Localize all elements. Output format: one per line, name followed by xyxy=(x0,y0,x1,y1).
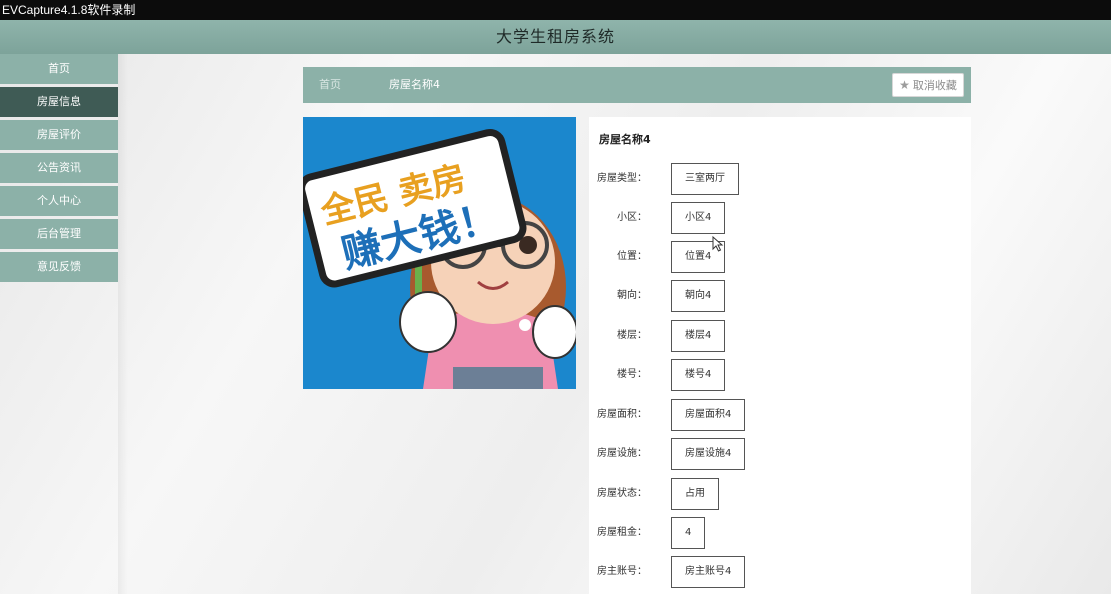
field-area: 房屋面积： 房屋面积4 xyxy=(589,399,971,431)
field-label: 房屋面积： xyxy=(597,409,647,420)
field-value: 小区4 xyxy=(671,202,726,234)
field-community: 小区： 小区4 xyxy=(589,202,971,234)
sidebar-item-label: 个人中心 xyxy=(37,194,81,207)
sidebar-item-label: 意见反馈 xyxy=(37,260,81,273)
app-header: 大学生租房系统 xyxy=(0,20,1111,54)
field-label: 房屋设施： xyxy=(597,448,647,459)
field-label: 朝向： xyxy=(617,290,647,301)
field-value: 房屋面积4 xyxy=(671,399,746,431)
house-detail-title: 房屋名称4 xyxy=(599,133,651,146)
sidebar-item-label: 房屋评价 xyxy=(37,128,81,141)
field-rent: 房屋租金： 4 xyxy=(589,517,971,549)
star-icon: ★ xyxy=(899,78,910,92)
cancel-favorite-label: 取消收藏 xyxy=(912,79,957,92)
sidebar-item-admin[interactable]: 后台管理 xyxy=(0,219,118,249)
field-label: 房屋类型： xyxy=(597,173,647,184)
sidebar-item-announcements[interactable]: 公告资讯 xyxy=(0,153,118,183)
field-owner-account: 房主账号： 房主账号4 xyxy=(589,556,971,588)
house-detail-panel: 房屋名称4 房屋类型： 三室两厅 小区： 小区4 位置： 位置4 朝向： 朝向4… xyxy=(589,117,971,594)
field-location: 位置： 位置4 xyxy=(589,241,971,273)
field-orientation: 朝向： 朝向4 xyxy=(589,280,971,312)
house-illustration: 全民 卖房 赚大钱！ xyxy=(303,117,576,389)
sidebar-item-feedback[interactable]: 意见反馈 xyxy=(0,252,118,282)
field-value: 楼层4 xyxy=(671,320,726,352)
sidebar-divider xyxy=(118,54,128,594)
field-status: 房屋状态： 占用 xyxy=(589,478,971,510)
capture-watermark-bar: EVCapture4.1.8软件录制 xyxy=(0,0,1111,20)
field-value: 楼号4 xyxy=(671,359,726,391)
field-label: 楼层： xyxy=(617,330,647,341)
sidebar-item-home[interactable]: 首页 xyxy=(0,54,118,84)
field-value: 占用 xyxy=(671,478,719,510)
field-value: 朝向4 xyxy=(671,280,726,312)
capture-watermark-text: EVCapture4.1.8软件录制 xyxy=(2,3,136,17)
field-facilities: 房屋设施： 房屋设施4 xyxy=(589,438,971,470)
field-value: 4 xyxy=(671,517,706,549)
sidebar-item-label: 房屋信息 xyxy=(37,95,81,108)
field-label: 房主账号： xyxy=(597,566,647,577)
breadcrumb-current: 房屋名称4 xyxy=(389,78,440,91)
field-label: 楼号： xyxy=(617,369,647,380)
field-value: 房主账号4 xyxy=(671,556,746,588)
breadcrumb-home-link[interactable]: 首页 xyxy=(319,67,341,103)
cancel-favorite-button[interactable]: ★ 取消收藏 xyxy=(892,73,964,97)
breadcrumb: 首页 房屋名称4 ★ 取消收藏 xyxy=(303,67,971,103)
field-value: 房屋设施4 xyxy=(671,438,746,470)
sidebar-item-label: 后台管理 xyxy=(37,227,81,240)
house-image: 全民 卖房 赚大钱！ xyxy=(303,117,576,389)
field-label: 房屋状态： xyxy=(597,488,647,499)
sidebar-nav: 首页 房屋信息 房屋评价 公告资讯 个人中心 后台管理 意见反馈 xyxy=(0,54,118,285)
field-floor: 楼层： 楼层4 xyxy=(589,320,971,352)
sidebar-item-personal-center[interactable]: 个人中心 xyxy=(0,186,118,216)
sidebar-item-label: 首页 xyxy=(48,62,70,75)
field-building-number: 楼号： 楼号4 xyxy=(589,359,971,391)
field-house-type: 房屋类型： 三室两厅 xyxy=(589,163,971,195)
field-value: 三室两厅 xyxy=(671,163,739,195)
field-label: 小区： xyxy=(617,212,647,223)
field-label: 房屋租金： xyxy=(597,527,647,538)
app-title: 大学生租房系统 xyxy=(495,27,615,46)
field-label: 位置： xyxy=(617,251,647,262)
sidebar-item-house-info[interactable]: 房屋信息 xyxy=(0,87,118,117)
sidebar-item-label: 公告资讯 xyxy=(37,161,81,174)
sidebar-item-house-review[interactable]: 房屋评价 xyxy=(0,120,118,150)
mouse-cursor-icon xyxy=(712,235,724,256)
